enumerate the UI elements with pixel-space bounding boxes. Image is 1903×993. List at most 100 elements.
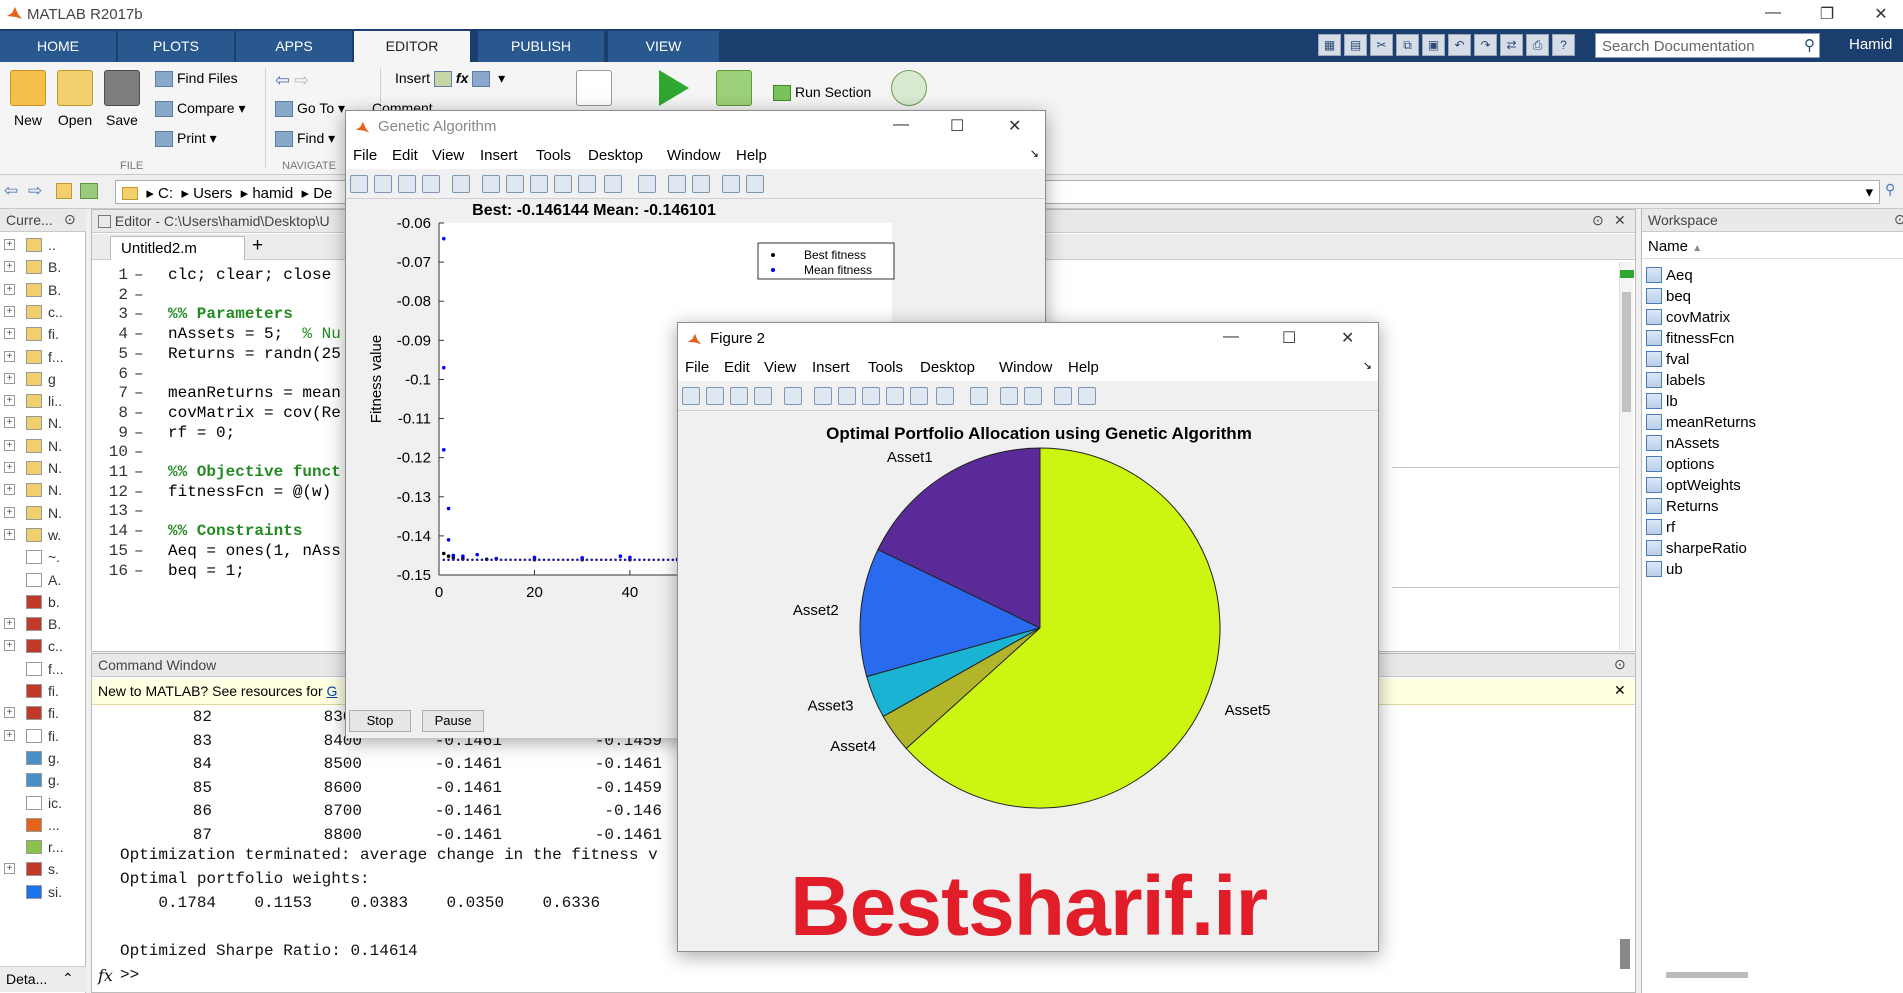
expand-icon[interactable]: +: [4, 283, 15, 295]
expand-icon[interactable]: +: [4, 417, 15, 429]
breakpoint-gutter[interactable]: –: [134, 483, 144, 501]
tab-untitled2[interactable]: Untitled2.m: [110, 236, 245, 260]
link-plot-icon[interactable]: [638, 175, 656, 193]
menu-edit[interactable]: Edit: [392, 147, 418, 164]
expand-icon[interactable]: +: [4, 729, 15, 741]
rotate-3d-icon[interactable]: [554, 175, 572, 193]
details-bar[interactable]: Deta... ⌃: [0, 966, 86, 992]
breakpoint-gutter[interactable]: –: [134, 463, 144, 481]
pan-hand-icon[interactable]: [530, 175, 548, 193]
workspace-variable[interactable]: lb: [1646, 393, 1678, 414]
show-plot-tools-icon[interactable]: [1078, 387, 1096, 405]
tab-publish[interactable]: PUBLISH: [478, 31, 605, 62]
pan-hand-icon[interactable]: [862, 387, 880, 405]
stop-button[interactable]: Stop: [349, 710, 411, 732]
user-name[interactable]: Hamid: [1849, 36, 1892, 53]
path-search-icon[interactable]: ⚲: [1885, 181, 1895, 198]
folder-item[interactable]: + g: [0, 369, 86, 391]
expand-icon[interactable]: +: [4, 328, 15, 340]
folder-item[interactable]: si.: [0, 882, 86, 904]
search-documentation-input[interactable]: Search Documentation ⚲: [1595, 33, 1820, 58]
hide-plot-tools-icon[interactable]: [722, 175, 740, 193]
close-icon[interactable]: ✕: [1871, 4, 1891, 24]
tab-home[interactable]: HOME: [0, 31, 117, 62]
menu-tools[interactable]: Tools: [536, 147, 571, 164]
folder-item[interactable]: + N.: [0, 458, 86, 480]
menu-window[interactable]: Window: [999, 359, 1052, 376]
zoom-out-icon[interactable]: [506, 175, 524, 193]
expand-icon[interactable]: +: [4, 863, 15, 875]
folder-item[interactable]: + li..: [0, 391, 86, 413]
folder-item[interactable]: A.: [0, 570, 86, 592]
print-figure-icon[interactable]: [422, 175, 440, 193]
folder-item[interactable]: +..: [0, 235, 86, 257]
workspace-variable[interactable]: Aeq: [1646, 267, 1693, 288]
back-icon[interactable]: ⇦: [4, 181, 18, 201]
cut-icon[interactable]: ✂: [1370, 34, 1393, 56]
breakpoint-gutter[interactable]: –: [134, 305, 144, 323]
breakpoint-gutter[interactable]: –: [134, 365, 144, 383]
maximize-icon[interactable]: ☐: [1282, 328, 1296, 348]
data-cursor-icon[interactable]: [910, 387, 928, 405]
workspace-variable[interactable]: rf: [1646, 519, 1675, 540]
path-part[interactable]: Users: [193, 185, 232, 202]
menu-insert[interactable]: Insert: [480, 147, 518, 164]
breakpoint-gutter[interactable]: –: [134, 542, 144, 560]
forward-arrow-icon[interactable]: ⇨: [294, 70, 309, 90]
new-figure-icon[interactable]: [682, 387, 700, 405]
folder-item[interactable]: + B.: [0, 614, 86, 636]
folder-item[interactable]: ...: [0, 815, 86, 837]
tab-view[interactable]: VIEW: [608, 31, 720, 62]
redo-icon[interactable]: ↷: [1474, 34, 1497, 56]
command-scroll-thumb[interactable]: [1620, 939, 1630, 969]
scroll-thumb[interactable]: [1622, 292, 1631, 412]
folder-item[interactable]: + N.: [0, 503, 86, 525]
close-editor-icon[interactable]: ✕: [1614, 212, 1626, 229]
minimize-icon[interactable]: —: [1223, 328, 1239, 346]
paste-icon[interactable]: ▣: [1422, 34, 1445, 56]
folder-item[interactable]: + f...: [0, 347, 86, 369]
dock-arrow-icon[interactable]: ↘: [1363, 359, 1372, 372]
open-file-icon[interactable]: [706, 387, 724, 405]
menu-file[interactable]: File: [685, 359, 709, 376]
path-part[interactable]: De: [313, 185, 332, 202]
show-plot-tools-icon[interactable]: [746, 175, 764, 193]
breakpoint-gutter[interactable]: –: [134, 424, 144, 442]
save-figure-icon[interactable]: [398, 175, 416, 193]
find-files-button[interactable]: Find Files: [155, 70, 238, 88]
colorbar-icon[interactable]: [668, 175, 686, 193]
folder-item[interactable]: + s.: [0, 859, 86, 881]
panel-menu-icon[interactable]: ⊙: [1614, 656, 1626, 673]
workspace-variable[interactable]: labels: [1646, 372, 1705, 393]
workspace-variable[interactable]: meanReturns: [1646, 414, 1756, 435]
expand-icon[interactable]: +: [4, 395, 15, 407]
folder-item[interactable]: g.: [0, 748, 86, 770]
panel-menu-icon[interactable]: ⊙: [1894, 211, 1903, 228]
copy-icon[interactable]: ⧉: [1396, 34, 1419, 56]
folder-item[interactable]: g.: [0, 770, 86, 792]
menu-insert[interactable]: Insert: [812, 359, 850, 376]
breakpoint-gutter[interactable]: –: [134, 266, 144, 284]
expand-icon[interactable]: +: [4, 618, 15, 630]
dock-arrow-icon[interactable]: ↘: [1030, 147, 1039, 160]
workspace-variable[interactable]: covMatrix: [1646, 309, 1730, 330]
back-forward-buttons[interactable]: ⇦ ⇨: [275, 70, 309, 91]
menu-desktop[interactable]: Desktop: [588, 147, 643, 164]
function-icon[interactable]: [472, 71, 491, 88]
editor-scrollbar[interactable]: [1619, 262, 1634, 650]
workspace-hscroll[interactable]: [1666, 972, 1748, 978]
path-dropdown-icon[interactable]: ▾: [1865, 183, 1873, 201]
new-button[interactable]: New: [4, 70, 52, 128]
switch-windows-icon[interactable]: ⇄: [1500, 34, 1523, 56]
menu-view[interactable]: View: [764, 359, 796, 376]
menu-desktop[interactable]: Desktop: [920, 359, 975, 376]
close-notice-icon[interactable]: ✕: [1614, 682, 1626, 699]
search-icon[interactable]: ⚲: [1804, 36, 1815, 54]
breakpoint-gutter[interactable]: –: [134, 443, 144, 461]
folder-item[interactable]: + c..: [0, 636, 86, 658]
folder-item[interactable]: r...: [0, 837, 86, 859]
expand-icon[interactable]: +: [4, 640, 15, 652]
select-arrow-icon[interactable]: [452, 175, 470, 193]
expand-icon[interactable]: +: [4, 439, 15, 451]
link-plot-icon[interactable]: [970, 387, 988, 405]
